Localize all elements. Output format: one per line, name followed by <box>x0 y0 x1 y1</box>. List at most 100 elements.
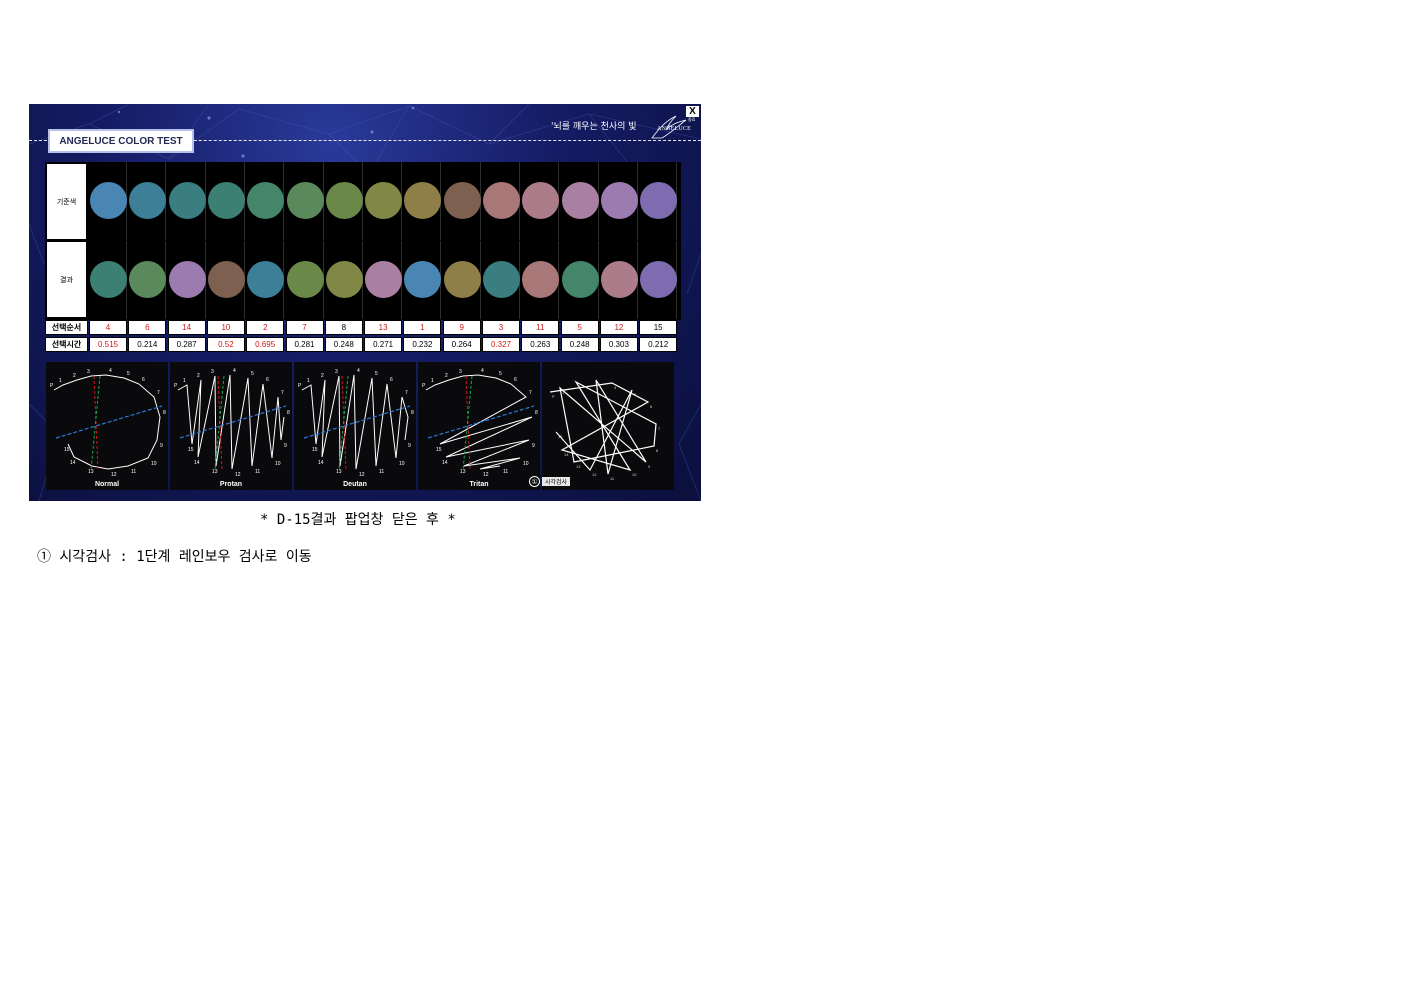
reference-cell <box>127 162 167 240</box>
order-cell: 2 <box>246 320 285 335</box>
cap-number-label: 1 <box>183 378 186 384</box>
result-color-circle <box>168 261 206 298</box>
time-cell: 0.263 <box>521 337 560 352</box>
cap-number-label: 15 <box>188 447 194 453</box>
cap-number-label: 3 <box>459 369 462 375</box>
app-title: ANGELUCE COLOR TEST <box>48 129 194 153</box>
reference-color-circle <box>90 182 127 219</box>
visual-test-number-marker: ① <box>529 476 540 487</box>
time-cell: 0.695 <box>246 337 285 352</box>
result-cell <box>324 241 363 319</box>
cap-number-label: 9 <box>408 443 411 449</box>
cap-number-label: 9 <box>648 464 651 469</box>
reference-color-circle <box>247 182 285 219</box>
reference-cell <box>324 162 363 240</box>
cap-number-label: 11 <box>610 476 615 481</box>
reference-cell <box>402 162 442 240</box>
time-cell: 0.232 <box>403 337 442 352</box>
result-cell <box>402 241 442 319</box>
slogan-text: '뇌를 깨우는 천사의 빛 <box>551 122 637 132</box>
cap-number-label: 1 <box>307 378 310 384</box>
close-button[interactable]: X <box>686 106 699 117</box>
cap-number-label: 10 <box>399 461 405 467</box>
result-color-circle <box>640 261 678 298</box>
tritan-plot: P123 4 56789101112131415 <box>422 368 538 478</box>
time-cell: 0.248 <box>560 337 599 352</box>
order-cell: 5 <box>560 320 599 335</box>
logo-text: ANGELUCE <box>657 126 691 132</box>
cap-number-label: 12 <box>235 472 241 478</box>
protan-plot: P123 4 56789101112131415 <box>174 368 290 478</box>
time-cell: 0.248 <box>324 337 363 352</box>
cap-arrangement-line <box>425 374 533 470</box>
cap-number-label: 14 <box>564 452 569 457</box>
order-cell: 4 <box>89 320 127 335</box>
reference-color-circle <box>640 182 678 219</box>
reference-row-label: 기준색 <box>47 164 86 239</box>
cap-number-label: 15 <box>64 447 70 453</box>
normal-diagram: P 1 2 3 4 5 6 7 8 9 10 11 12 13 14 15 Normal <box>46 362 168 490</box>
deutan-plot: P123 4 56789101112131415 <box>298 368 414 478</box>
result-cell <box>88 241 127 319</box>
cap-number-label: 14 <box>442 460 448 466</box>
reference-cell <box>442 162 481 240</box>
cap-number-label: 12 <box>592 472 597 477</box>
cap-number-label: 8 <box>287 410 290 416</box>
cap-number-label: 9 <box>532 443 535 449</box>
result-color-circle <box>522 261 560 298</box>
reference-color-circle <box>404 182 442 219</box>
result-cell <box>442 241 481 319</box>
cap-number-label: 10 <box>523 461 529 467</box>
cap-number-label: 15 <box>558 434 563 439</box>
cap-number-label: 7 <box>157 390 160 396</box>
order-cell: 10 <box>206 320 245 335</box>
cap-number-label: 5 <box>251 371 254 377</box>
cap-number-label: 13 <box>460 469 466 475</box>
time-cell: 0.327 <box>482 337 520 352</box>
reference-color-circle <box>561 182 599 219</box>
reference-cell <box>167 162 206 240</box>
time-cell: 0.287 <box>167 337 206 352</box>
order-cell: 11 <box>521 320 560 335</box>
cap-number-label: 10 <box>151 461 157 467</box>
order-cell: 14 <box>167 320 206 335</box>
cap-number-label: 7 <box>405 390 408 396</box>
visual-test-button[interactable]: 시각검사 <box>542 477 571 486</box>
reference-color-circle <box>483 182 520 219</box>
cap-number-label: 7 <box>529 390 532 396</box>
order-cell: 12 <box>599 320 638 335</box>
cap-number-label: 5 <box>499 371 502 377</box>
cap-number-label: P <box>50 383 54 389</box>
close-sub-label: 종료 <box>688 117 696 122</box>
cap-number-label: 7 <box>658 426 661 431</box>
cap-number-label: 6 <box>266 377 269 383</box>
reference-cell <box>520 162 560 240</box>
result-diagram: P 1 2 3 4 5 6 7 8 9 10 11 12 13 14 15 <box>542 362 674 490</box>
cap-number-label: 4 <box>357 368 360 374</box>
order-cell: 13 <box>364 320 403 335</box>
result-cell <box>206 241 245 319</box>
cap-number-label: 12 <box>483 472 489 478</box>
time-row-label: 선택시간 <box>45 337 88 352</box>
cap-number-label: 11 <box>379 469 384 475</box>
result-color-circle <box>483 261 520 298</box>
cap-number-label: 3 <box>211 369 214 375</box>
cap-arrangement-line <box>177 374 285 470</box>
cap-number-label: 9 <box>160 443 163 449</box>
normal-plot: P123 4 56789101112131415 <box>50 368 166 478</box>
cap-number-label: P <box>174 383 178 389</box>
cap-arrangement-line <box>301 374 409 470</box>
cap-number-label: P <box>552 394 555 399</box>
reference-cell <box>206 162 245 240</box>
reference-color-circle <box>365 182 403 219</box>
tritan-caption: Tritan <box>469 481 489 488</box>
result-cell <box>599 241 638 319</box>
cap-number-label: 7 <box>281 390 284 396</box>
cap-number-label: 8 <box>163 410 166 416</box>
cap-number-label: 13 <box>576 464 581 469</box>
reference-color-circle <box>600 182 638 219</box>
cap-number-label: 2 <box>197 373 200 379</box>
figure-caption: * D-15결과 팝업창 닫은 후 * <box>260 512 456 528</box>
reference-cell <box>88 162 127 240</box>
color-comparison-panel: 기준색 결과 <box>45 162 681 320</box>
